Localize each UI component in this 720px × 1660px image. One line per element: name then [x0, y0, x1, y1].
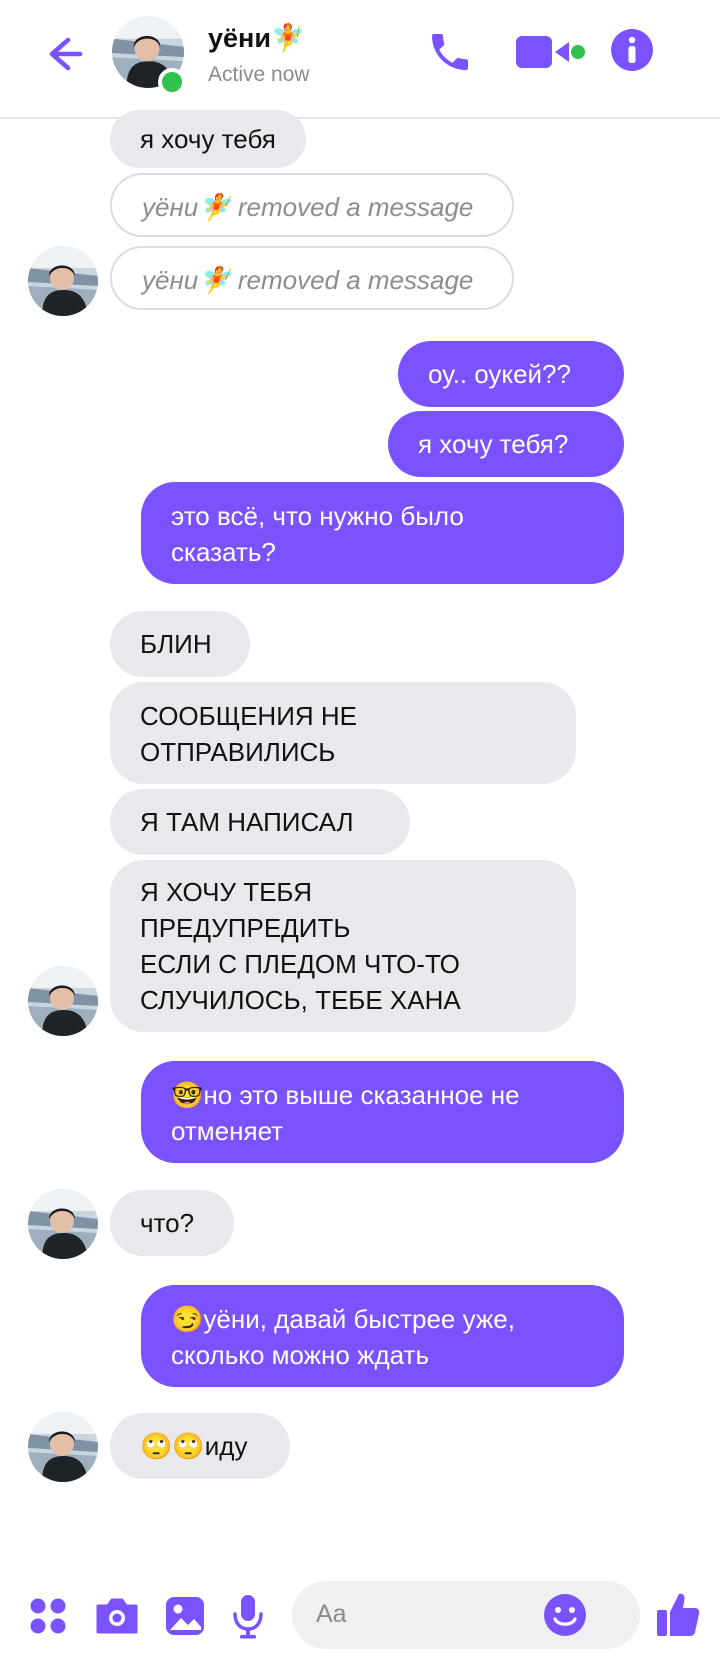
- microphone-icon[interactable]: [231, 1592, 265, 1640]
- message-composer: Aa: [0, 1570, 720, 1660]
- message-bubble-outgoing[interactable]: 🤓но это выше сказанное не отменяет: [141, 1061, 624, 1163]
- message-input[interactable]: Aa: [292, 1581, 640, 1649]
- camera-icon[interactable]: [94, 1594, 140, 1638]
- message-bubble-outgoing[interactable]: это всё, что нужно было сказать?: [141, 482, 624, 584]
- chat-header: уёни🧚 Active now: [0, 0, 720, 119]
- message-bubble-incoming[interactable]: 🙄🙄иду: [110, 1413, 290, 1479]
- thumbs-up-icon[interactable]: [655, 1590, 701, 1638]
- gallery-icon[interactable]: [163, 1594, 207, 1638]
- message-bubble-incoming[interactable]: БЛИН: [110, 611, 250, 677]
- apps-icon[interactable]: [28, 1596, 68, 1636]
- avatar[interactable]: [28, 966, 98, 1036]
- video-camera-icon[interactable]: [514, 32, 590, 72]
- contact-name[interactable]: уёни🧚: [208, 22, 305, 54]
- avatar[interactable]: [28, 1412, 98, 1482]
- message-bubble-outgoing[interactable]: я хочу тебя?: [388, 411, 624, 477]
- message-bubble-incoming[interactable]: Я ХОЧУ ТЕБЯ ПРЕДУПРЕДИТЬ ЕСЛИ С ПЛЕДОМ Ч…: [110, 860, 576, 1032]
- avatar[interactable]: [28, 246, 98, 316]
- emoji-icon[interactable]: [542, 1592, 588, 1638]
- message-bubble-outgoing[interactable]: оу.. оукей??: [398, 341, 624, 407]
- message-bubble-outgoing[interactable]: 😏уёни, давай быстрее уже, сколько можно …: [141, 1285, 624, 1387]
- message-bubble-incoming[interactable]: я хочу тебя: [110, 110, 306, 168]
- online-status-dot: [158, 68, 186, 96]
- message-input-placeholder: Aa: [316, 1600, 347, 1628]
- removed-message-notice: уёни🧚 removed a message: [110, 173, 514, 237]
- message-bubble-incoming[interactable]: Я ТАМ НАПИСАЛ: [110, 789, 410, 855]
- removed-message-notice: уёни🧚 removed a message: [110, 246, 514, 310]
- message-bubble-incoming[interactable]: СООБЩЕНИЯ НЕ ОТПРАВИЛИСЬ: [110, 682, 576, 784]
- info-icon[interactable]: [610, 28, 654, 72]
- phone-icon[interactable]: [426, 28, 474, 76]
- back-arrow-icon[interactable]: [38, 30, 86, 78]
- contact-status: Active now: [208, 63, 310, 86]
- message-bubble-incoming[interactable]: что?: [110, 1190, 234, 1256]
- avatar[interactable]: [28, 1189, 98, 1259]
